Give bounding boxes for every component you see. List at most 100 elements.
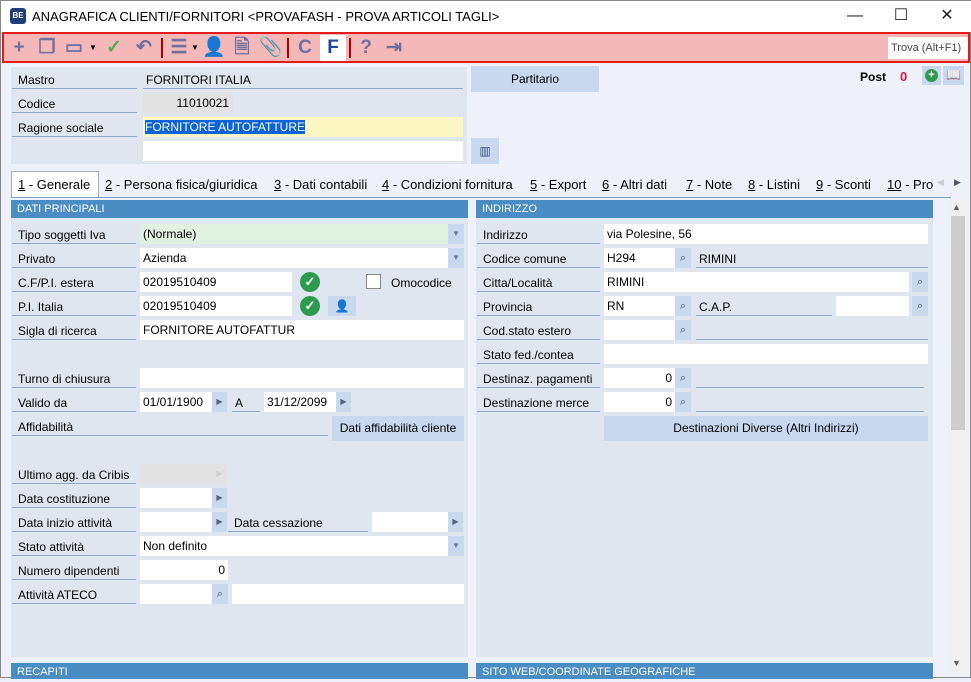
search-icon[interactable]: ⌕: [912, 296, 928, 316]
turno-input[interactable]: [140, 368, 464, 388]
c-button[interactable]: C: [293, 37, 317, 59]
pi-input[interactable]: 02019510409: [140, 296, 292, 316]
scrollbar-thumb[interactable]: [951, 216, 965, 430]
attachment-icon[interactable]: 📎: [259, 37, 283, 59]
valido-da-input[interactable]: 01/01/1900: [140, 392, 212, 412]
open-dropdown-icon[interactable]: ▼: [88, 37, 98, 59]
tab-condizioni-fornitura[interactable]: 4 - Condizioni fornitura: [382, 177, 513, 192]
codice-value: 11010021: [143, 93, 233, 113]
add-post-button[interactable]: +: [922, 66, 941, 85]
sigla-label: Sigla di ricerca: [12, 320, 136, 340]
post-count: 0: [900, 69, 908, 84]
menu-icon[interactable]: ☰: [167, 37, 191, 59]
tab-altri-dati[interactable]: 6 - Altri dati: [602, 177, 667, 192]
tab-scroll-right-icon[interactable]: ▶: [954, 177, 961, 188]
f-button[interactable]: F: [320, 35, 346, 61]
menu-dropdown-icon[interactable]: ▼: [190, 37, 200, 59]
ragione-sociale-2-input[interactable]: [143, 141, 463, 161]
verify-user-icon[interactable]: 👤: [328, 296, 356, 316]
valido-a-input[interactable]: 31/12/2099: [264, 392, 336, 412]
stato-estero-input[interactable]: [604, 320, 675, 340]
destinazioni-diverse-button[interactable]: Destinazioni Diverse (Altri Indirizzi): [604, 416, 928, 441]
dest-merce-input[interactable]: 0: [604, 392, 675, 412]
save-check-icon[interactable]: ✓: [102, 37, 126, 59]
stato-attivita-select[interactable]: Non definito: [140, 536, 448, 556]
stato-fed-label: Stato fed./contea: [477, 344, 600, 364]
partitario-button[interactable]: Partitario: [471, 66, 599, 92]
arrow-right-icon[interactable]: ▶: [212, 392, 227, 412]
chevron-down-icon[interactable]: ▼: [448, 248, 464, 268]
window-title: ANAGRAFICA CLIENTI/FORNITORI <PROVAFASH …: [32, 9, 500, 24]
stato-estero-label: Cod.stato estero: [477, 320, 600, 340]
cessazione-input[interactable]: [372, 512, 448, 532]
tipo-soggetti-label: Tipo soggetti Iva: [12, 224, 136, 244]
book-icon[interactable]: 📖: [943, 66, 964, 85]
search-icon[interactable]: ⌕: [675, 392, 691, 412]
search-input[interactable]: Trova (Alt+F1): [888, 37, 968, 59]
search-icon[interactable]: ⌕: [675, 368, 691, 388]
dipendenti-input[interactable]: 0: [140, 560, 228, 580]
inizio-attivita-input[interactable]: [140, 512, 212, 532]
scroll-up-icon[interactable]: ▲: [952, 202, 961, 212]
add-icon[interactable]: +: [7, 37, 31, 59]
cf-label: C.F/P.I. estera: [12, 272, 136, 292]
citta-input[interactable]: RIMINI: [604, 272, 909, 292]
tab-persona[interactable]: 2 - Persona fisica/giuridica: [105, 177, 257, 192]
tab-sconti[interactable]: 9 - Sconti: [816, 177, 871, 192]
tipo-soggetti-select[interactable]: (Normale): [140, 224, 448, 244]
sigla-input[interactable]: FORNITORE AUTOFATTUR: [140, 320, 464, 340]
tab-scroll-left-icon[interactable]: ◀: [937, 177, 944, 188]
separator: [349, 38, 351, 58]
ateco-description: [232, 584, 464, 604]
contacts-icon[interactable]: 👤: [202, 37, 226, 59]
tab-export[interactable]: 5 - Export: [530, 177, 586, 192]
tab-listini[interactable]: 8 - Listini: [748, 177, 800, 192]
tab-generale[interactable]: 1 - Generale: [18, 177, 90, 192]
check-circle-icon: ✓: [300, 296, 320, 316]
chevron-down-icon[interactable]: ▼: [448, 224, 464, 244]
document-icon[interactable]: 🗎: [230, 37, 254, 59]
undo-icon[interactable]: ↶: [132, 37, 156, 59]
close-button[interactable]: ✕: [925, 5, 969, 27]
map-chart-icon[interactable]: ▥: [471, 138, 499, 164]
provincia-input[interactable]: RN: [604, 296, 675, 316]
search-icon[interactable]: ⌕: [212, 584, 228, 604]
indirizzo-input[interactable]: via Polesine, 56: [604, 224, 928, 244]
tab-note[interactable]: 7 - Note: [686, 177, 732, 192]
cap-label: C.A.P.: [696, 296, 832, 316]
omocodice-checkbox[interactable]: [366, 274, 381, 289]
exit-icon[interactable]: ⇥: [382, 37, 406, 59]
search-icon[interactable]: ⌕: [675, 320, 691, 340]
chevron-down-icon[interactable]: ▼: [448, 536, 464, 556]
privato-select[interactable]: Azienda: [140, 248, 448, 268]
codice-comune-input[interactable]: H294: [604, 248, 675, 268]
tab-pro[interactable]: 10 - Pro: [887, 177, 933, 192]
minimize-button[interactable]: —: [833, 5, 877, 27]
stato-fed-input[interactable]: [604, 344, 928, 364]
tab-dati-contabili[interactable]: 3 - Dati contabili: [274, 177, 367, 192]
maximize-button[interactable]: ☐: [879, 5, 923, 27]
scroll-down-icon[interactable]: ▼: [952, 658, 961, 668]
search-icon[interactable]: ⌕: [675, 296, 691, 316]
stato-attivita-label: Stato attività: [12, 536, 136, 556]
arrow-right-icon[interactable]: ▶: [212, 488, 227, 508]
costituzione-input[interactable]: [140, 488, 212, 508]
affidabilita-button[interactable]: Dati affidabilità cliente: [332, 416, 464, 441]
help-icon[interactable]: ?: [354, 37, 378, 59]
dati-principali-header: DATI PRINCIPALI: [11, 200, 468, 218]
ragione-sociale-input[interactable]: FORNITORE AUTOFATTURE: [143, 117, 463, 137]
vertical-scrollbar[interactable]: ▲ ▼: [949, 200, 967, 673]
arrow-right-icon[interactable]: ▶: [448, 512, 463, 532]
cf-input[interactable]: 02019510409: [140, 272, 292, 292]
search-icon[interactable]: ⌕: [912, 272, 928, 292]
copy-icon[interactable]: ❐: [35, 37, 59, 59]
search-icon[interactable]: ⌕: [675, 248, 691, 268]
dest-pagamenti-description: [696, 368, 924, 388]
dest-pagamenti-input[interactable]: 0: [604, 368, 675, 388]
dest-merce-label: Destinazione merce: [477, 392, 600, 412]
cap-input[interactable]: [836, 296, 909, 316]
ateco-input[interactable]: [140, 584, 212, 604]
open-folder-icon[interactable]: ▭: [62, 37, 86, 59]
arrow-right-icon[interactable]: ▶: [336, 392, 351, 412]
arrow-right-icon[interactable]: ▶: [212, 512, 227, 532]
